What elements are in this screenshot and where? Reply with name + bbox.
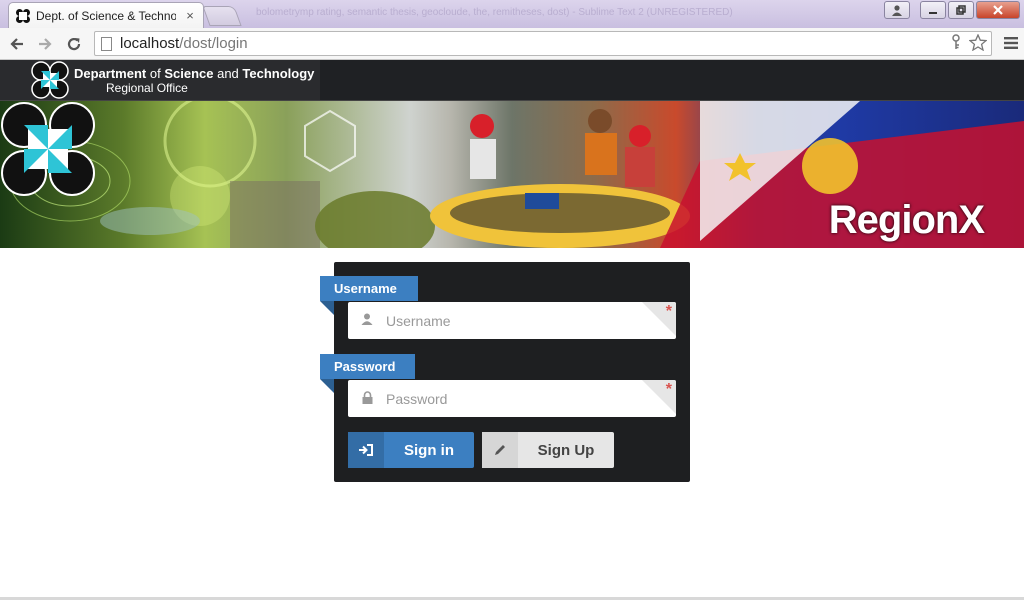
browser-tab[interactable]: Dept. of Science & Technology × [8,2,204,28]
tab-close-icon[interactable]: × [183,8,197,23]
login-form: Username * Password * Sign in Sign Up [320,262,690,482]
tab-title: Dept. of Science & Technology [36,8,176,23]
dost-region-logo-icon [1,102,95,196]
username-field[interactable]: * [348,302,676,339]
sign-in-label: Sign in [404,441,454,459]
url-text: localhost/dost/login [120,35,248,52]
new-tab-button[interactable] [202,6,242,26]
site-header: Department of Science and Technology Reg… [0,60,1024,101]
browser-titlebar: Dept. of Science & Technology × bolometr… [0,0,1024,28]
brand[interactable]: Department of Science and Technology Reg… [0,60,320,100]
brand-subtitle: Regional Office [106,80,188,95]
ribbon-fold [320,301,334,315]
page-icon [101,36,112,51]
password-input[interactable] [386,390,626,407]
username-label: Username [320,276,418,301]
forward-arrow-icon[interactable] [33,32,57,56]
sign-up-label: Sign Up [537,441,595,459]
username-input[interactable] [386,312,626,329]
dost-logo-icon [31,61,69,99]
brand-title: Department of Science and Technology [74,65,315,81]
sign-up-button[interactable]: Sign Up [482,432,614,468]
window-title: bolometrymp rating, semantic thesis, geo… [256,7,733,18]
bookmark-star-icon[interactable] [968,33,988,56]
browser-toolbar: localhost/dost/login [0,28,1024,60]
key-icon[interactable] [949,34,963,56]
close-window-button[interactable] [976,1,1020,19]
restore-button[interactable] [948,1,974,19]
profile-icon[interactable] [884,1,910,19]
sign-in-icon [348,432,384,468]
user-icon [348,313,386,328]
ribbon-fold [320,379,334,393]
banner-image: RegionX [0,101,1024,248]
menu-icon[interactable] [1004,34,1018,55]
password-field[interactable]: * [348,380,676,417]
sign-in-button[interactable]: Sign in [348,432,474,468]
password-label: Password [320,354,415,379]
back-arrow-icon[interactable] [5,32,29,56]
required-asterisk: * [665,303,672,320]
lock-icon [348,390,386,407]
required-asterisk: * [665,381,672,398]
window-controls [884,1,1020,19]
pencil-icon [482,432,518,468]
address-bar[interactable]: localhost/dost/login [94,31,992,56]
region-title: RegionX [828,198,985,242]
reload-icon[interactable] [62,32,86,56]
dost-favicon-icon [16,8,30,23]
minimize-button[interactable] [920,1,946,19]
